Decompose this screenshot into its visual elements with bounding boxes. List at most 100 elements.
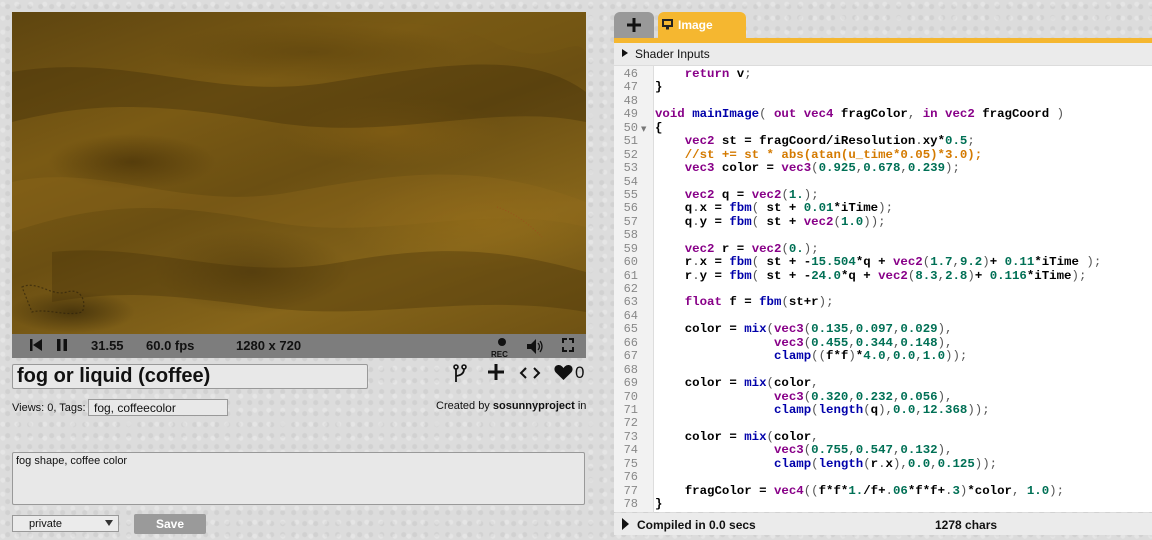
- line-number: 78: [623, 497, 638, 512]
- line-number: 55: [623, 187, 638, 202]
- heart-icon: [554, 364, 573, 380]
- code-line[interactable]: clamp((f*f)*4.0,0.0,1.0));: [655, 349, 967, 363]
- caret-right-icon[interactable]: [622, 518, 629, 530]
- privacy-select[interactable]: private: [12, 515, 119, 532]
- line-gutter: 46 47 48 49 50 ▼ 51 52 53 54 55 56 57 58 59 60 61 62 63 64 6…: [614, 66, 654, 512]
- line-number: 56: [623, 201, 638, 216]
- description-textarea[interactable]: fog shape, coffee color: [12, 452, 585, 505]
- resolution-display[interactable]: 1280 x 720: [236, 338, 301, 354]
- line-number: 59: [623, 241, 638, 256]
- line-number: 68: [623, 362, 638, 377]
- like-button[interactable]: 0: [554, 363, 588, 382]
- line-number: 46: [623, 67, 638, 81]
- line-number: 58: [623, 228, 638, 243]
- embed-code-icon[interactable]: [519, 365, 541, 381]
- code-line[interactable]: q.y = fbm( st + vec2(1.0));: [655, 215, 886, 229]
- line-number: 51: [623, 134, 638, 149]
- privacy-value: private: [29, 518, 63, 530]
- compile-status: Compiled in 0.0 secs: [637, 518, 756, 532]
- line-number: 52: [623, 147, 638, 162]
- views-tags-label: Views: 0, Tags:: [12, 402, 86, 414]
- line-number: 50: [623, 120, 638, 135]
- add-icon: [627, 18, 641, 32]
- add-tab-button[interactable]: [614, 12, 654, 38]
- fullscreen-icon[interactable]: [562, 338, 574, 352]
- code-line[interactable]: }: [655, 80, 662, 94]
- code-line[interactable]: vec3(0.755,0.547,0.132),: [655, 444, 953, 457]
- compile-status-bar: Compiled in 0.0 secs 1278 chars: [614, 513, 1152, 535]
- author-link[interactable]: sosunnyproject: [493, 400, 575, 412]
- line-number: 76: [623, 470, 638, 485]
- line-number: 65: [623, 322, 638, 337]
- line-number: 67: [623, 349, 638, 364]
- code-editor[interactable]: 46 47 48 49 50 ▼ 51 52 53 54 55 56 57 58 59 60 61 62 63 64 6…: [614, 66, 1152, 512]
- code-line[interactable]: fragColor = vec4((f*f*1./f+.06*f*f+.3)*c…: [655, 484, 1064, 498]
- like-count: 0: [575, 363, 585, 382]
- rewind-icon[interactable]: [30, 338, 42, 352]
- chevron-down-icon: [105, 520, 113, 526]
- line-number: 70: [623, 389, 638, 404]
- fork-icon[interactable]: [452, 364, 468, 384]
- tab-image[interactable]: Image: [658, 12, 746, 38]
- line-number: 62: [623, 282, 638, 297]
- shader-title-input[interactable]: [12, 364, 368, 389]
- add-icon[interactable]: [487, 363, 505, 381]
- line-number: 60: [623, 255, 638, 270]
- code-line[interactable]: }: [655, 497, 662, 511]
- code-line[interactable]: clamp(length(q),0.0,12.368));: [655, 403, 990, 417]
- code-line[interactable]: vec2 st = fragCoord/iResolution.xy*0.5;: [655, 134, 975, 148]
- line-number: 74: [623, 443, 638, 458]
- line-number: 49: [623, 107, 638, 122]
- line-number: 75: [623, 456, 638, 471]
- line-number: 61: [623, 268, 638, 283]
- fold-icon[interactable]: ▼: [641, 125, 646, 133]
- line-number: 72: [623, 416, 638, 431]
- record-label: REC: [491, 350, 508, 359]
- line-number: 53: [623, 161, 638, 176]
- shader-inputs-toggle[interactable]: Shader Inputs: [614, 43, 1152, 65]
- volume-icon[interactable]: [526, 338, 544, 355]
- code-line[interactable]: clamp(length(r.x),0.0,0.125));: [655, 457, 997, 471]
- shader-render-texture: [12, 12, 586, 315]
- code-line[interactable]: q.x = fbm( st + 0.01*iTime);: [655, 201, 893, 215]
- char-count: 1278 chars: [935, 518, 998, 532]
- line-number: 71: [623, 403, 638, 417]
- line-number: 63: [623, 295, 638, 310]
- code-line[interactable]: vec3 color = vec3(0.925,0.678,0.239);: [655, 161, 960, 175]
- code-line[interactable]: //st += st * abs(atan(u_time*0.05)*3.0);: [655, 148, 982, 162]
- player-controls: 31.55 60.0 fps 1280 x 720 REC: [12, 334, 586, 359]
- line-number: 77: [623, 483, 638, 498]
- caret-right-icon: [622, 49, 628, 57]
- created-prefix: Created by: [436, 400, 493, 412]
- code-line[interactable]: vec2 r = vec2(0.);: [655, 242, 819, 256]
- line-number: 64: [623, 308, 638, 323]
- tags-input[interactable]: [88, 399, 228, 416]
- line-number: 57: [623, 214, 638, 229]
- line-number: 47: [623, 80, 638, 95]
- code-line[interactable]: color = mix(color,: [655, 430, 819, 444]
- code-line[interactable]: void mainImage( out vec4 fragColor, in v…: [655, 107, 1064, 121]
- code-line[interactable]: {: [655, 121, 662, 135]
- shader-inputs-label: Shader Inputs: [635, 47, 710, 61]
- code-line[interactable]: color = mix(color,: [655, 376, 819, 390]
- code-line[interactable]: vec2 q = vec2(1.);: [655, 188, 819, 202]
- line-number: 54: [623, 174, 638, 189]
- fps-display: 60.0 fps: [146, 338, 195, 353]
- created-suffix: in: [574, 400, 587, 412]
- code-line[interactable]: r.x = fbm( st + -15.504*q + vec2(1.7,9.2…: [655, 255, 1102, 269]
- code-line[interactable]: color = mix(vec3(0.135,0.097,0.029),: [655, 322, 953, 336]
- code-line[interactable]: return v;: [655, 67, 752, 81]
- code-line[interactable]: float f = fbm(st+r);: [655, 296, 834, 310]
- tab-image-label: Image: [678, 18, 713, 32]
- save-button[interactable]: Save: [134, 514, 206, 534]
- monitor-icon: [662, 19, 673, 30]
- line-number: 73: [623, 429, 638, 444]
- record-button[interactable]: REC: [491, 338, 513, 359]
- shader-canvas[interactable]: [12, 12, 586, 334]
- time-display: 31.55: [91, 338, 124, 353]
- code-line[interactable]: vec3(0.455,0.344,0.148),: [655, 336, 953, 350]
- code-line[interactable]: vec3(0.320,0.232,0.056),: [655, 390, 953, 404]
- code-line[interactable]: r.y = fbm( st + -24.0*q + vec2(8.3,2.8)+…: [655, 269, 1087, 283]
- pause-icon[interactable]: [56, 338, 68, 352]
- line-number: 66: [623, 335, 638, 350]
